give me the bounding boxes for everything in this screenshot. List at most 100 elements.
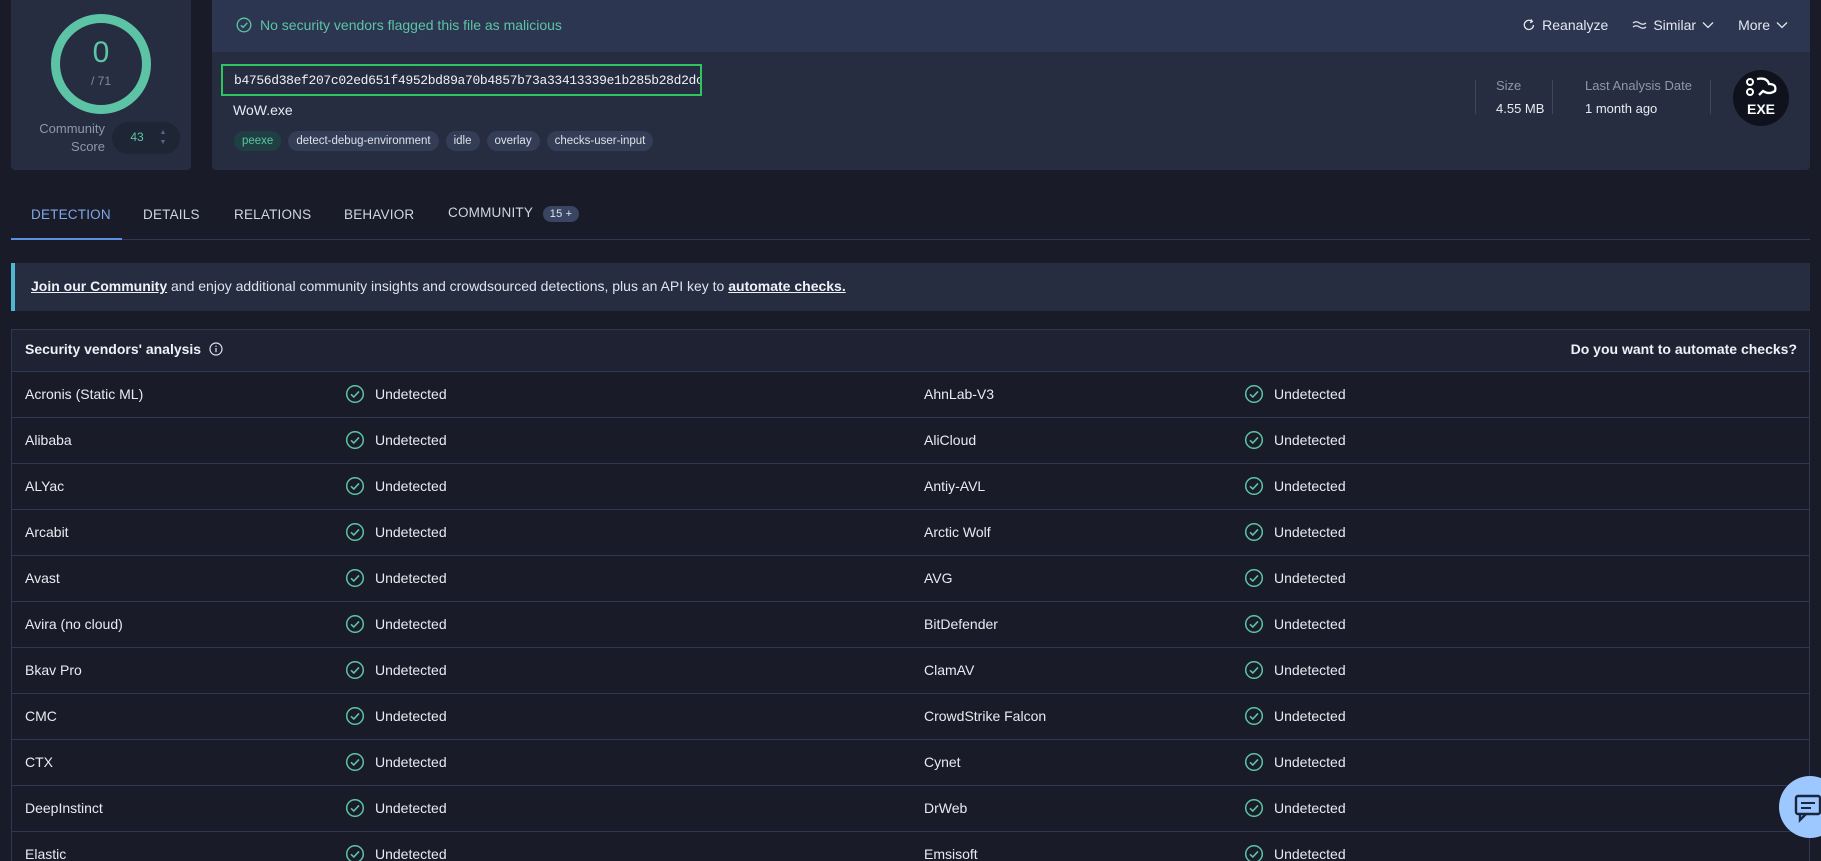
last-analysis-date: Last Analysis Date 1 month ago xyxy=(1585,78,1692,116)
result-label: Undetected xyxy=(375,432,447,448)
result-label: Undetected xyxy=(375,570,447,586)
vendor-row: ALYac Undetected Antiy-AVL Undetected xyxy=(12,464,1809,510)
vendor-result: Undetected xyxy=(1244,752,1346,772)
check-circle-icon xyxy=(345,614,365,634)
result-label: Undetected xyxy=(375,708,447,724)
tag-pill[interactable]: checks-user-input xyxy=(546,131,654,151)
verdict-message: No security vendors flagged this file as… xyxy=(236,17,562,33)
reanalyze-label: Reanalyze xyxy=(1542,17,1609,33)
check-circle-icon xyxy=(1244,476,1264,496)
vendor-name: AVG xyxy=(924,570,953,586)
automate-checks-link[interactable]: automate checks. xyxy=(728,278,846,294)
file-size: Size 4.55 MB xyxy=(1496,78,1544,116)
vendor-row: CTX Undetected Cynet Undetected xyxy=(12,740,1809,786)
vendor-name: AliCloud xyxy=(924,432,977,448)
chevron-down-icon xyxy=(1776,22,1788,29)
vendor-name: DrWeb xyxy=(924,800,968,816)
community-score-widget[interactable]: 43 ▲ ▼ xyxy=(112,122,180,154)
vendor-row: CMC Undetected CrowdStrike Falcon Undetecte… xyxy=(12,694,1809,740)
tag-pill[interactable]: peexe xyxy=(234,131,282,151)
similar-icon xyxy=(1632,21,1647,29)
result-label: Undetected xyxy=(375,386,447,402)
check-circle-icon xyxy=(345,752,365,772)
tab-details[interactable]: DETAILS xyxy=(143,202,200,240)
tab-community[interactable]: COMMUNITY 15 + xyxy=(448,202,580,240)
join-community-link[interactable]: Join our Community xyxy=(31,278,167,294)
tag-list: peexe detect-debug-environment idle over… xyxy=(234,131,654,151)
more-dropdown[interactable]: More xyxy=(1738,17,1788,33)
exe-file-type-icon: EXE xyxy=(1733,70,1789,126)
file-hash[interactable]: b4756d38ef207c02ed651f4952bd89a70b4857b7… xyxy=(221,64,702,96)
file-type-glyph: EXE xyxy=(1746,77,1777,117)
result-label: Undetected xyxy=(375,524,447,540)
chat-support-button[interactable] xyxy=(1779,776,1821,838)
check-circle-icon xyxy=(1244,614,1264,634)
similar-label: Similar xyxy=(1653,17,1697,33)
vendor-name: ALYac xyxy=(25,478,65,494)
vendor-result: Undetected xyxy=(1244,660,1346,680)
result-label: Undetected xyxy=(375,754,447,770)
check-circle-icon xyxy=(1244,706,1264,726)
divider xyxy=(1475,80,1476,114)
vendor-result: Undetected xyxy=(345,660,447,680)
verdict-strip: No security vendors flagged this file as… xyxy=(212,0,1810,52)
result-label: Undetected xyxy=(1274,616,1346,632)
tab-behavior[interactable]: BEHAVIOR xyxy=(344,202,414,240)
file-header-card: No security vendors flagged this file as… xyxy=(212,0,1810,170)
vendor-result: Undetected xyxy=(1244,844,1346,861)
reanalyze-button[interactable]: Reanalyze xyxy=(1522,17,1608,33)
panel-title-text: Security vendors' analysis xyxy=(25,341,202,357)
header-actions: Reanalyze Similar More xyxy=(1522,17,1788,33)
tab-relations[interactable]: RELATIONS xyxy=(234,202,311,240)
vendors-panel: Security vendors' analysis Do you want t… xyxy=(11,329,1810,861)
vendor-result: Undetected xyxy=(1244,706,1346,726)
detection-score-card: 0 / 71 Community Score 43 ▲ ▼ xyxy=(11,0,191,170)
check-circle-icon xyxy=(345,568,365,588)
check-circle-icon xyxy=(345,384,365,404)
detection-count: 0 xyxy=(92,36,110,69)
community-score-label: Community Score xyxy=(39,121,105,154)
vendor-result: Undetected xyxy=(1244,522,1346,542)
vendor-row: Avast Undetected AVG Undetected xyxy=(12,556,1809,602)
result-label: Undetected xyxy=(1274,708,1346,724)
vendor-name: Acronis (Static ML) xyxy=(25,386,144,402)
vendor-row: Acronis (Static ML) Undetected AhnLab-V3 Un… xyxy=(12,372,1809,418)
check-circle-icon xyxy=(1244,660,1264,680)
tab-detection[interactable]: DETECTION xyxy=(31,202,111,240)
vendor-name: Alibaba xyxy=(25,432,72,448)
check-circle-icon xyxy=(1244,752,1264,772)
check-circle-icon xyxy=(1244,384,1264,404)
check-circle-icon xyxy=(1244,522,1264,542)
check-circle-icon xyxy=(345,430,365,450)
community-count-badge: 15 + xyxy=(542,206,580,222)
result-label: Undetected xyxy=(375,478,447,494)
vendor-row: Avira (no cloud) Undetected BitDefender Und… xyxy=(12,602,1809,648)
vendor-name: Arcabit xyxy=(25,524,69,540)
vendor-result: Undetected xyxy=(1244,614,1346,634)
tag-pill[interactable]: detect-debug-environment xyxy=(288,131,439,151)
chevron-down-icon xyxy=(1702,22,1714,29)
tag-pill[interactable]: idle xyxy=(445,131,480,151)
automate-checks-prompt[interactable]: Do you want to automate checks? xyxy=(1571,341,1797,357)
divider xyxy=(1552,80,1553,114)
result-label: Undetected xyxy=(1274,524,1346,540)
community-vote-arrows-icon[interactable]: ▲ ▼ xyxy=(156,128,170,148)
vendor-name: CTX xyxy=(25,754,53,770)
tag-pill[interactable]: overlay xyxy=(486,131,540,151)
result-label: Undetected xyxy=(375,846,447,861)
result-label: Undetected xyxy=(375,662,447,678)
more-label: More xyxy=(1738,17,1770,33)
similar-dropdown[interactable]: Similar xyxy=(1632,17,1714,33)
vendor-name: CrowdStrike Falcon xyxy=(924,708,1047,724)
divider xyxy=(1710,80,1711,114)
vendor-result: Undetected xyxy=(345,706,447,726)
check-circle-icon xyxy=(345,844,365,861)
check-circle-icon xyxy=(345,798,365,818)
vendor-name: CMC xyxy=(25,708,57,724)
engine-total: / 71 xyxy=(90,74,111,88)
check-circle-icon xyxy=(1244,430,1264,450)
info-icon[interactable] xyxy=(209,342,223,356)
vendor-name: Elastic xyxy=(25,846,67,861)
vendor-name: Emsisoft xyxy=(924,846,978,861)
result-label: Undetected xyxy=(1274,432,1346,448)
